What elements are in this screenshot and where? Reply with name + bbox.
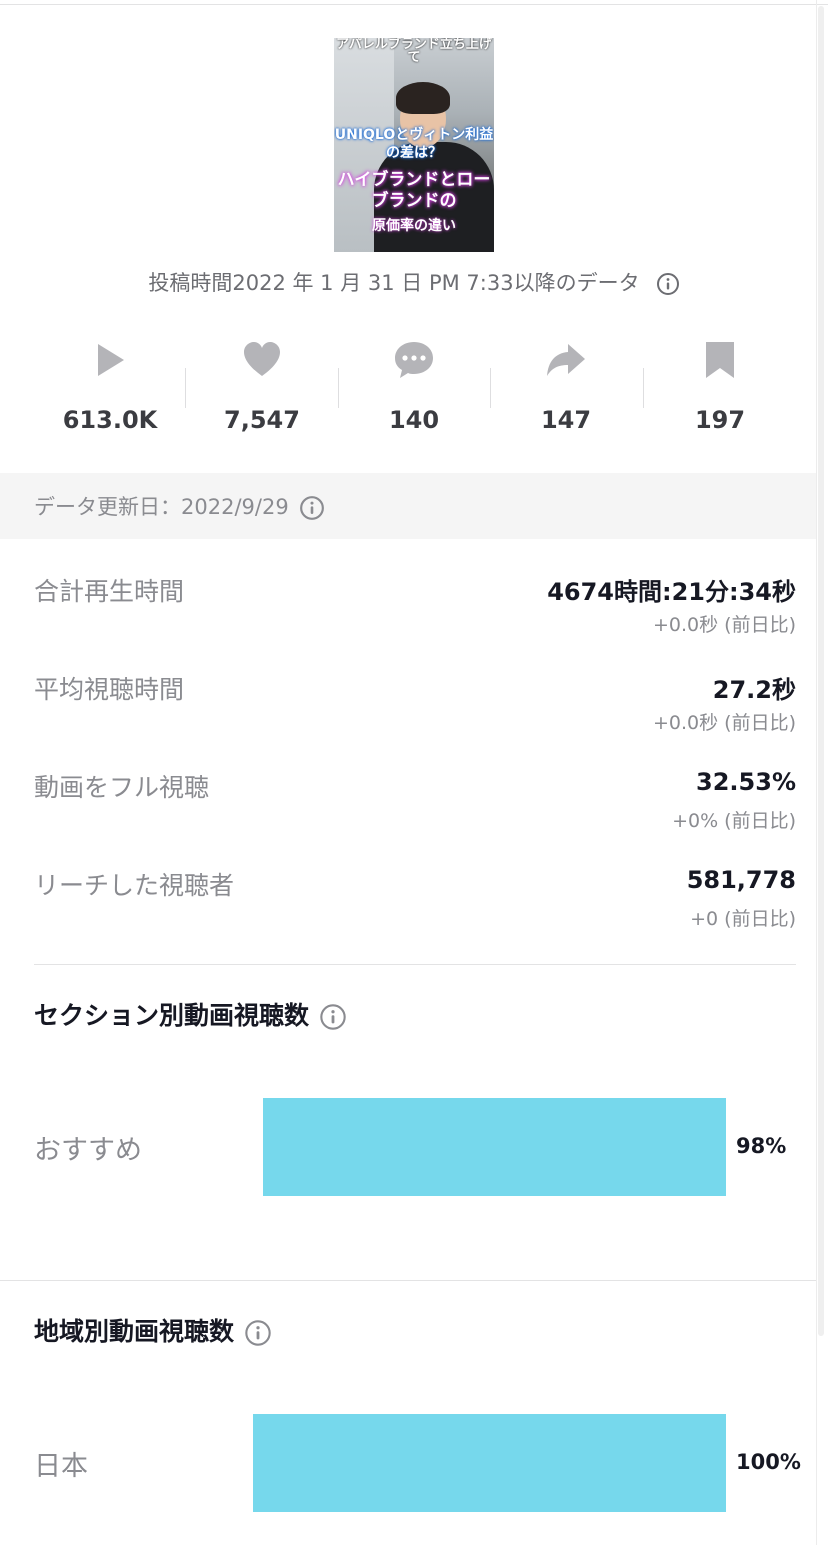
- comments-value: 140: [388, 406, 440, 434]
- bar: [253, 1414, 726, 1512]
- data-updated-row: データ更新日：2022/9/29: [34, 491, 325, 521]
- comment-icon: [395, 342, 433, 378]
- plays-value: 613.0K: [62, 406, 158, 434]
- metric-delta: +0.0秒 (前日比): [652, 614, 796, 636]
- likes-value: 7,547: [224, 406, 300, 434]
- info-icon[interactable]: [299, 495, 325, 521]
- stat-saves: 197: [644, 334, 796, 444]
- engagement-stats: 613.0K 7,547 140 147 197: [34, 334, 796, 444]
- bar-category-label: おすすめ: [34, 1135, 142, 1166]
- metric-value: 27.2秒: [712, 676, 796, 704]
- metric-delta: +0 (前日比): [690, 908, 796, 930]
- info-icon[interactable]: [656, 272, 680, 296]
- metric-value: 4674時間:21分:34秒: [547, 578, 796, 606]
- data-updated-text: データ更新日：2022/9/29: [34, 495, 289, 519]
- bar-category-label: 日本: [34, 1451, 88, 1482]
- divider: [34, 964, 796, 965]
- posted-time-text: 投稿時間2022 年 1 月 31 日 PM 7:33以降のデータ: [148, 271, 640, 295]
- metric-label: 合計再生時間: [34, 577, 185, 606]
- section-divider: [0, 1280, 816, 1281]
- data-updated-bar: データ更新日：2022/9/29: [0, 473, 816, 539]
- thumbnail-caption-3: ハイブランドとローブランドの: [337, 170, 491, 211]
- saves-value: 197: [694, 406, 746, 434]
- heart-icon: [244, 342, 280, 376]
- panel-edge: [816, 0, 817, 1545]
- scrollbar[interactable]: [818, 6, 824, 1336]
- bar: [263, 1098, 726, 1196]
- section-views-title: セクション別動画視聴数: [34, 996, 347, 1032]
- bar-percent-label: 100%: [736, 1450, 801, 1474]
- metric-delta: +0% (前日比): [672, 810, 796, 832]
- stat-plays: 613.0K: [34, 334, 186, 444]
- stat-likes: 7,547: [186, 334, 338, 444]
- metric-reached-viewers: リーチした視聴者 581,778 +0 (前日比): [34, 866, 796, 956]
- bar-percent-label: 98%: [736, 1134, 787, 1158]
- metric-label: リーチした視聴者: [34, 871, 235, 900]
- info-icon[interactable]: [319, 1003, 347, 1031]
- share-icon: [547, 344, 585, 376]
- metric-delta: +0.0秒 (前日比): [652, 712, 796, 734]
- region-bar-row: 日本 100%: [34, 1414, 801, 1514]
- thumbnail-caption-1: アパレルブランド立ち上げて: [336, 38, 492, 65]
- metric-value: 581,778: [686, 866, 796, 894]
- top-divider: [0, 4, 828, 5]
- posted-time-row: 投稿時間2022 年 1 月 31 日 PM 7:33以降のデータ: [0, 268, 828, 298]
- section-bar-row: おすすめ 98%: [34, 1098, 796, 1198]
- stat-comments: 140: [338, 334, 490, 444]
- play-icon: [98, 344, 124, 376]
- metric-total-watch-time: 合計再生時間 4674時間:21分:34秒 +0.0秒 (前日比): [34, 572, 796, 662]
- region-views-title: 地域別動画視聴数: [34, 1312, 272, 1348]
- metric-average-watch-time: 平均視聴時間 27.2秒 +0.0秒 (前日比): [34, 670, 796, 760]
- metric-label: 平均視聴時間: [34, 675, 185, 704]
- info-icon[interactable]: [244, 1319, 272, 1347]
- bookmark-icon: [706, 342, 734, 378]
- stat-shares: 147: [490, 334, 642, 444]
- video-thumbnail[interactable]: アパレルブランド立ち上げて UNIQLOとヴィトン利益の差は？ ハイブランドとロ…: [334, 38, 494, 252]
- metric-full-watch: 動画をフル視聴 32.53% +0% (前日比): [34, 768, 796, 858]
- metric-value: 32.53%: [696, 768, 796, 796]
- shares-value: 147: [540, 406, 592, 434]
- thumbnail-caption-2: UNIQLOとヴィトン利益の差は？: [334, 127, 494, 161]
- metric-label: 動画をフル視聴: [34, 773, 210, 802]
- thumbnail-caption-4: 原価率の違い: [372, 218, 456, 234]
